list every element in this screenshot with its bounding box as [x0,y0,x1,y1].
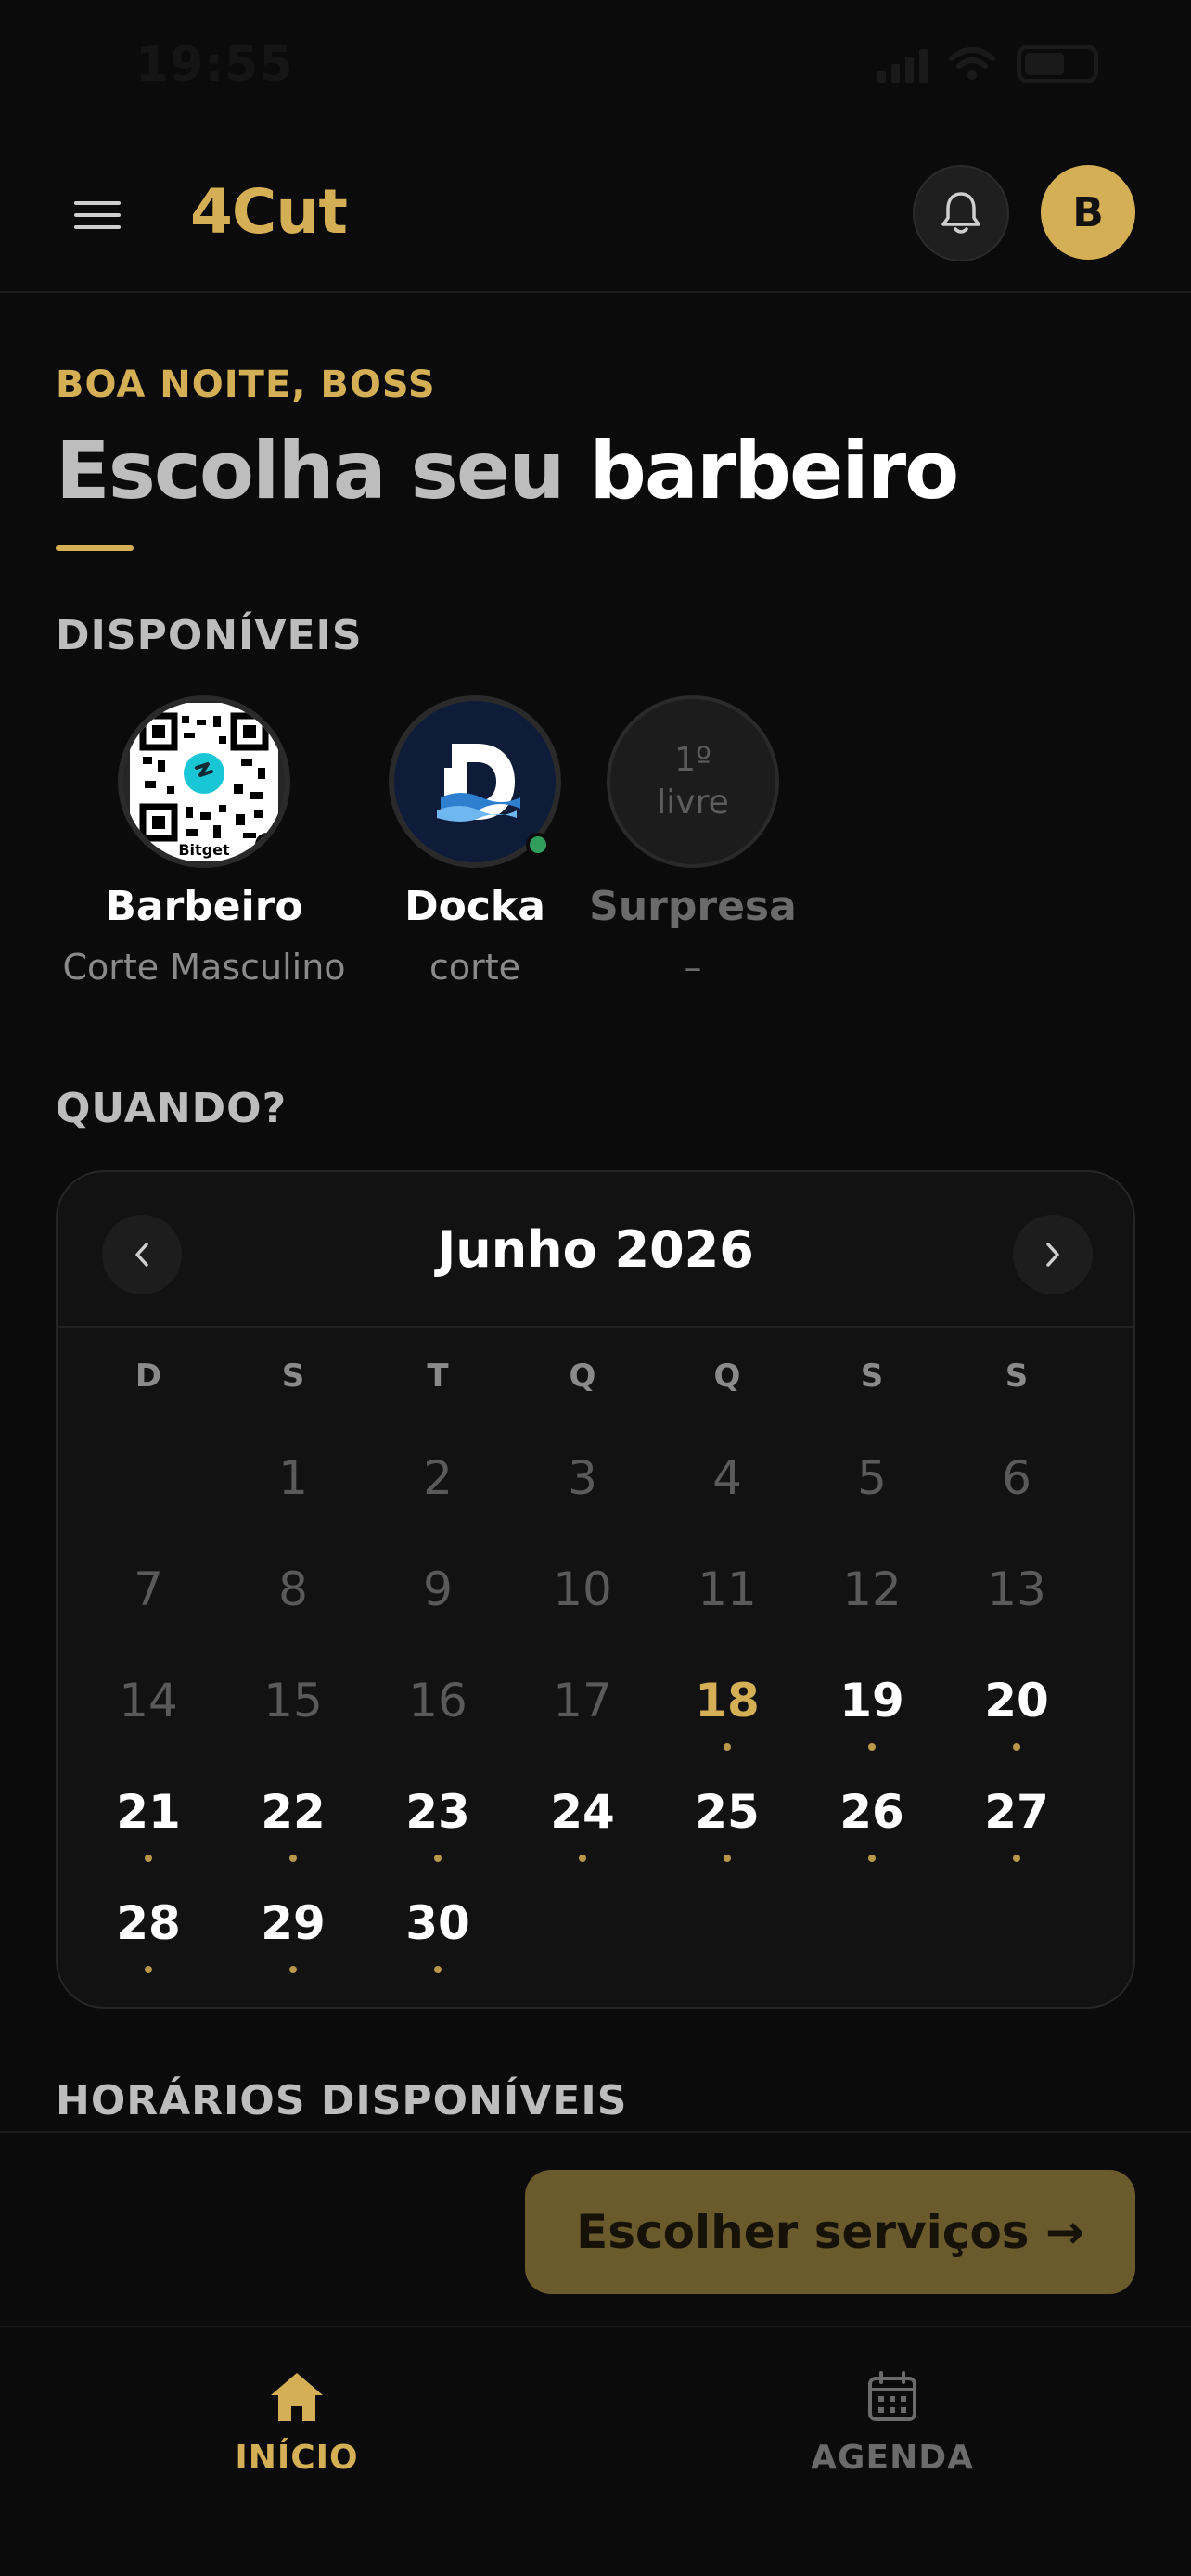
calendar-month-label: Junho 2026 [437,1220,754,1279]
calendar-day-past: 9 [423,1562,453,1616]
cta-bar: Escolher serviços → [0,2131,1191,2327]
signal-icon [877,45,928,83]
calendar-day-available[interactable]: 21 [76,1775,221,1886]
bottom-navigation: INÍCIO AGENDA [0,2326,1191,2576]
calendar-day-today[interactable]: 18 [655,1664,800,1775]
menu-icon-bar [74,225,121,229]
calendar-day-past: 3 [568,1451,597,1505]
user-avatar[interactable]: B [1041,165,1135,260]
calendar-day-past: 12 [842,1562,902,1616]
title-underline [56,545,134,551]
calendar-day-past: 2 [423,1451,453,1505]
barber-name: Surpresa [589,883,797,930]
barber-name: Barbeiro [105,883,303,930]
qr-caption-text: Bitget [178,841,230,859]
app-header: 4Cut B [0,139,1191,293]
surprise-badge-top: 1º [674,741,711,779]
calendar-day-available[interactable]: 30 [365,1886,510,1997]
menu-button[interactable] [65,187,130,243]
calendar-day-past: 1 [278,1451,308,1505]
calendar-day-past: 11 [698,1562,757,1616]
status-time: 19:55 [135,37,294,93]
calendar-day-available[interactable]: 27 [944,1775,1089,1886]
brand-logo: 4Cut [190,176,348,248]
barber-avatar: Bitget [118,695,290,868]
weekday-label: S [860,1358,884,1395]
calendar-day-available[interactable]: 29 [221,1886,365,1997]
barber-service: Corte Masculino [62,947,346,988]
nav-label: AGENDA [811,2439,974,2477]
calendar-day-past: 10 [553,1562,612,1616]
barber-card-barbeiro[interactable]: Bitget Barbeiro Corte Masculino [51,695,357,988]
battery-icon [1017,45,1098,83]
weekday-label: S [1005,1358,1029,1395]
online-status-dot [255,833,279,857]
weekday-header-row: DSTQQSS [76,1358,1119,1395]
calendar-day-past: 13 [987,1562,1046,1616]
calendar-day-past: 16 [408,1674,467,1728]
calendar-day-available[interactable]: 24 [510,1775,655,1886]
menu-icon-bar [74,201,121,205]
calendar-day-past: 8 [278,1562,308,1616]
calendar-day-available[interactable]: 25 [655,1775,800,1886]
calendar: Junho 2026 DSTQQSS 1 2 3 4 5 6 7 8 9 10 11 12 13 14 15… [56,1170,1135,2009]
calendar-day-available[interactable]: 22 [221,1775,365,1886]
nav-item-agenda[interactable]: AGENDA [707,2365,1078,2477]
calendar-day-available[interactable]: 19 [800,1664,944,1775]
calendar-day-available[interactable]: 20 [944,1664,1089,1775]
calendar-day-past: 4 [712,1451,742,1505]
bell-icon [941,192,980,234]
calendar-day-past: 5 [857,1451,887,1505]
barber-card-surpresa[interactable]: 1º livre Surpresa – [540,695,846,988]
weekday-label: D [134,1358,162,1395]
barber-service: – [684,947,702,988]
qr-code-image: Bitget [130,703,278,861]
wifi-icon [949,47,995,80]
weekday-label: Q [569,1358,596,1395]
calendar-day-available[interactable]: 26 [800,1775,944,1886]
home-icon [111,2365,482,2429]
menu-icon-bar [74,213,121,217]
section-label-when: QUANDO? [56,1085,288,1132]
nav-label: INÍCIO [235,2439,359,2477]
title-part-2: barbeiro [589,425,959,517]
calendar-header: Junho 2026 [58,1172,1133,1328]
status-bar: 19:55 [0,0,1191,139]
calendar-icon [707,2365,1078,2429]
calendar-day-available[interactable]: 23 [365,1775,510,1886]
weekday-label: S [281,1358,305,1395]
notifications-button[interactable] [913,165,1009,261]
next-month-button[interactable] [1013,1215,1093,1294]
nav-item-inicio[interactable]: INÍCIO [111,2365,482,2477]
calendar-day-past: 6 [1002,1451,1031,1505]
title-part-1: Escolha seu [56,425,565,517]
docka-logo-icon [437,744,520,822]
calendar-day-available[interactable]: 28 [76,1886,221,1997]
status-icons [877,45,1098,83]
choose-services-button[interactable]: Escolher serviços → [525,2170,1135,2294]
page-title: Escolha seu barbeiro [56,425,959,517]
calendar-day-past: 14 [119,1674,178,1728]
calendar-day-past: 7 [134,1562,163,1616]
section-label-times: HORÁRIOS DISPONÍVEIS [56,2077,628,2124]
section-label-available: DISPONÍVEIS [56,612,363,659]
calendar-blank-cell [76,1441,221,1552]
barber-avatar [389,695,561,868]
calendar-day-past: 17 [553,1674,612,1728]
weekday-label: T [427,1358,449,1395]
calendar-day-past: 15 [263,1674,323,1728]
app-screen: 19:55 4Cut B BOA NOITE, BOSS Escolha seu… [0,0,1191,2576]
surprise-badge-bottom: livre [657,784,729,822]
greeting-text: BOA NOITE, BOSS [56,363,436,406]
surprise-badge: 1º livre [607,695,779,868]
chevron-right-icon [1046,1243,1059,1267]
weekday-label: Q [713,1358,741,1395]
calendar-days-grid: 1 2 3 4 5 6 7 8 9 10 11 12 13 14 15 16 17 18 19 20 21 22 23 24 2… [76,1441,1119,1997]
